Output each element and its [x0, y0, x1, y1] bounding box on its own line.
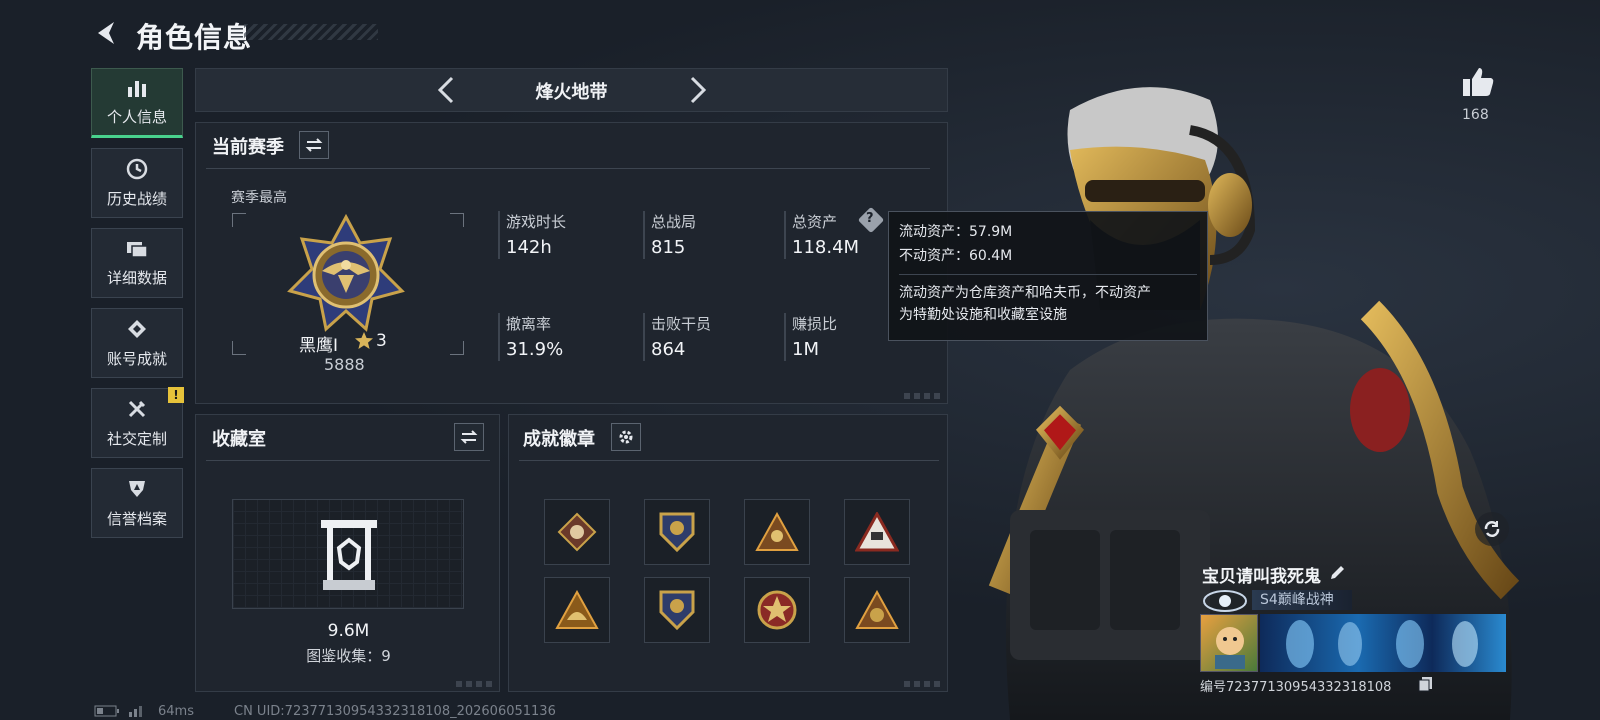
- collection-value: 9.6M: [327, 621, 370, 641]
- achievement-badge[interactable]: [644, 577, 710, 643]
- sidebar-item-label: 个人信息: [106, 107, 167, 126]
- season-switch-button[interactable]: [299, 131, 329, 159]
- sidebar-item-profile[interactable]: 个人信息: [91, 68, 183, 138]
- tooltip-description-2: 为特勤处设施和收藏室设施: [899, 307, 1067, 323]
- clock-icon: [126, 158, 148, 179]
- thumbs-up-icon[interactable]: [1461, 66, 1495, 98]
- chevron-right-icon[interactable]: [678, 72, 714, 108]
- wolf-badge-icon: [557, 512, 597, 552]
- tooltip-fixed-assets: 不动资产：60.4M: [899, 248, 1013, 264]
- title-decoration: [244, 24, 378, 40]
- stat-value: 1M: [792, 339, 819, 360]
- rank-stars: 3: [376, 331, 387, 351]
- sidebar-item-history[interactable]: 历史战绩: [91, 148, 183, 218]
- collection-title: 收藏室: [212, 429, 266, 450]
- rank-score: 5888: [324, 355, 365, 374]
- season-best-label: 赛季最高: [231, 190, 287, 206]
- back-arrow-icon[interactable]: [92, 18, 122, 48]
- signal-icon: [129, 706, 142, 717]
- vault-icon: [321, 520, 377, 590]
- stat-label: 撤离率: [506, 315, 552, 333]
- ping-value: 64ms: [158, 704, 194, 719]
- edit-pencil-icon[interactable]: [1328, 564, 1346, 582]
- stat-value: 815: [651, 237, 686, 258]
- stat-label: 击败干员: [651, 315, 712, 333]
- banner-art: [1286, 620, 1478, 668]
- folders-icon: [127, 241, 148, 258]
- rank-emblem-icon: [287, 213, 405, 332]
- shield-badge-icon: [659, 512, 695, 553]
- gear-icon: [619, 430, 633, 444]
- sidebar-item-label: 社交定制: [106, 429, 167, 448]
- star-badge-icon: [757, 590, 797, 630]
- player-name: 宝贝请叫我死鬼: [1202, 567, 1321, 587]
- achievement-badge[interactable]: [844, 577, 910, 643]
- player-banner[interactable]: [1260, 614, 1506, 672]
- achievement-badge[interactable]: [544, 499, 610, 565]
- stat-label: 总资产: [792, 213, 838, 231]
- triangle-badge-icon: [755, 512, 799, 551]
- sidebar-item-label: 信誉档案: [106, 509, 167, 528]
- collection-display[interactable]: [232, 499, 464, 609]
- warning-badge: !: [168, 387, 184, 403]
- achievement-badge[interactable]: [544, 577, 610, 643]
- swap-icon: [305, 138, 323, 152]
- copy-icon[interactable]: [1418, 676, 1434, 692]
- shield-icon: [129, 480, 145, 497]
- like-count: 168: [1462, 107, 1489, 123]
- avatar[interactable]: [1200, 614, 1258, 672]
- season-title: 当前赛季: [212, 137, 284, 158]
- tooltip-liquid-assets: 流动资产：57.9M: [899, 224, 1013, 240]
- triangle-badge-icon: [855, 590, 899, 629]
- star-icon: [355, 332, 373, 349]
- player-id: 编号7237713095433231810​8: [1200, 680, 1392, 695]
- shield-badge-icon: [659, 590, 695, 631]
- achievement-badge[interactable]: [644, 499, 710, 565]
- tooltip-description-1: 流动资产为仓库资产和哈夫币，不动资产: [899, 285, 1151, 301]
- collection-count: 图鉴收集：9: [306, 647, 391, 665]
- sidebar-item-reputation[interactable]: 信誉档案: [91, 468, 183, 538]
- season-panel: 当前赛季 赛季最高 黑鹰I 3 5888 游戏时长 142h 总战局 815 总…: [195, 122, 948, 404]
- sidebar-item-label: 账号成就: [106, 349, 167, 368]
- stat-value: 142h: [506, 237, 552, 258]
- avatar-image: [1215, 627, 1245, 669]
- achievements-settings-button[interactable]: [611, 423, 641, 451]
- battery-icon: [94, 705, 119, 717]
- sidebar-item-label: 详细数据: [106, 268, 167, 287]
- stat-label: 总战局: [651, 213, 697, 231]
- sidebar-item-social[interactable]: 社交定制 !: [91, 387, 184, 458]
- sidebar-item-label: 历史战绩: [106, 189, 167, 208]
- stat-value: 864: [651, 339, 686, 360]
- sidebar-item-details[interactable]: 详细数据: [91, 228, 183, 298]
- achievement-badge[interactable]: [744, 577, 810, 643]
- stat-label: 游戏时长: [506, 213, 567, 231]
- tools-icon: [128, 400, 146, 417]
- rank-name: 黑鹰I: [299, 336, 339, 356]
- collection-switch-button[interactable]: [454, 423, 484, 451]
- assets-tooltip: 流动资产：57.9M 不动资产：60.4M 流动资产为仓库资产和哈夫币，不动资产…: [888, 211, 1208, 341]
- achievement-badge[interactable]: [844, 499, 910, 565]
- bar-chart-icon: [128, 80, 146, 97]
- title-tag: S4巅峰战神: [1252, 590, 1352, 610]
- page-title: 角色信息: [136, 21, 253, 54]
- mode-title: 烽火地带: [535, 82, 608, 103]
- stat-value: 31.9%: [506, 339, 564, 360]
- refresh-icon: [1484, 521, 1500, 537]
- swap-icon: [460, 430, 478, 444]
- achievements-title: 成就徽章: [523, 429, 595, 450]
- achievement-icon: [128, 319, 146, 338]
- achievements-panel: 成就徽章: [508, 414, 948, 692]
- stat-value: 118.4M: [792, 237, 860, 258]
- triangle-badge-icon: [855, 512, 899, 552]
- rotate-model-button[interactable]: [1475, 512, 1509, 546]
- stat-label: 赚损比: [792, 315, 838, 333]
- achievement-badge[interactable]: [744, 499, 810, 565]
- sidebar-item-achievements[interactable]: 账号成就: [91, 308, 183, 378]
- triangle-badge-icon: [555, 590, 599, 629]
- client-uid: CN UID:7237713095433231810​8_20260605113…: [234, 704, 556, 719]
- collection-panel: 收藏室 9.6M 图鉴收集：9: [195, 414, 500, 692]
- title-emblem-icon: [1203, 590, 1247, 612]
